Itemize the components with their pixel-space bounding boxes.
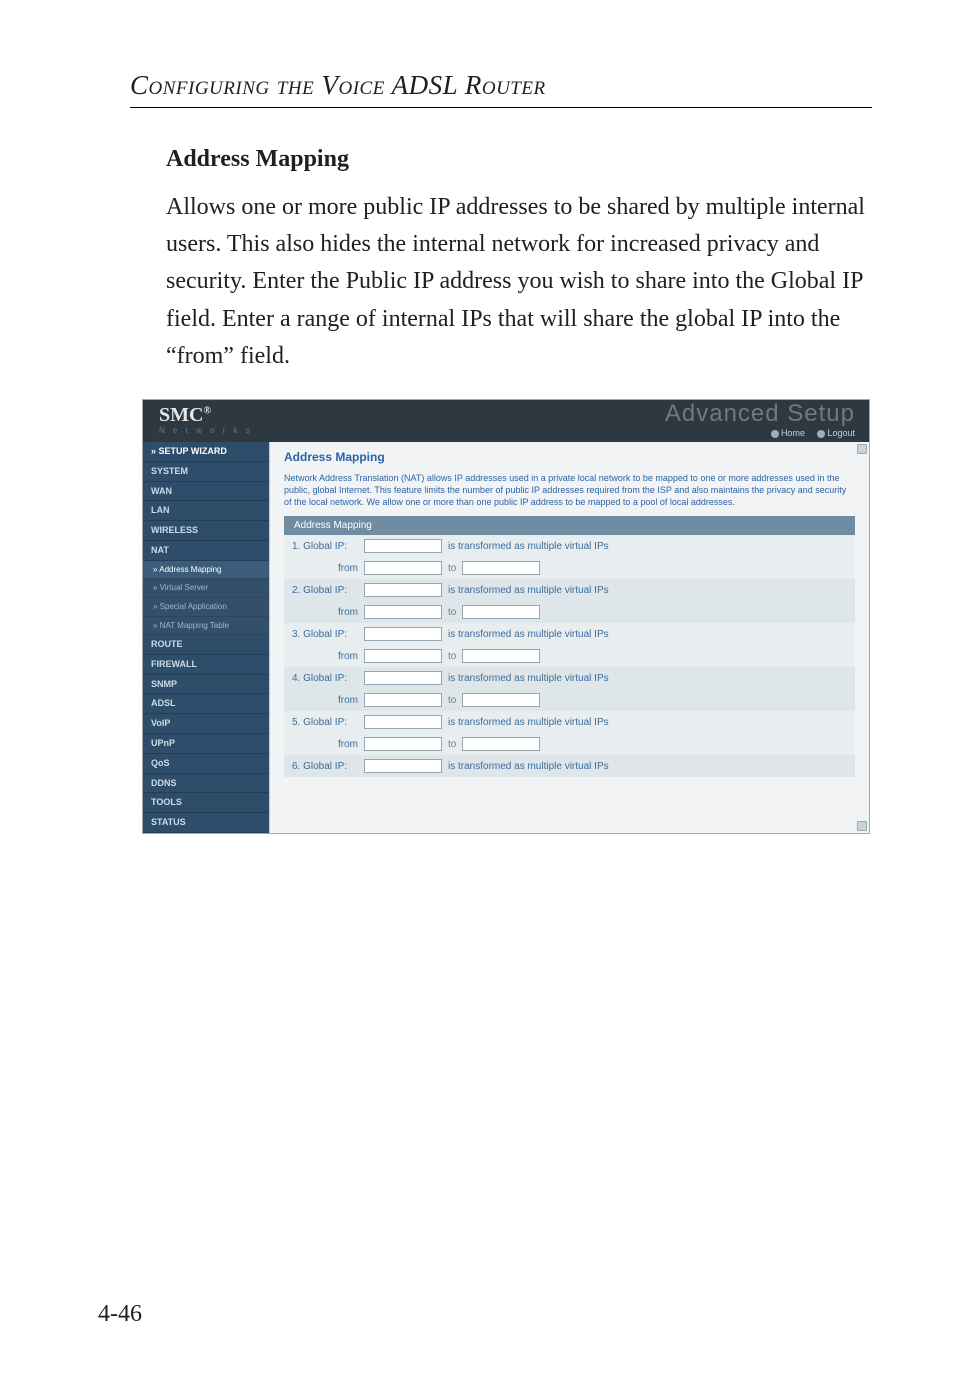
- from-label-3: from: [292, 651, 358, 662]
- to-input-1[interactable]: [462, 561, 540, 575]
- transformed-label-1: is transformed as multiple virtual IPs: [448, 541, 609, 552]
- global-ip-label-2: 2. Global IP:: [292, 585, 358, 596]
- shot-header: SMC® N e t w o r k s Advanced Setup Home…: [143, 400, 869, 442]
- sidebar-item-nat-mapping-table[interactable]: » NAT Mapping Table: [143, 617, 269, 636]
- from-input-4[interactable]: [364, 693, 442, 707]
- scroll-up-icon[interactable]: [857, 444, 867, 454]
- mapping-block-2: 2. Global IP: is transformed as multiple…: [284, 579, 855, 623]
- sidebar: » SETUP WIZARD SYSTEM WAN LAN WIRELESS N…: [143, 442, 269, 833]
- sidebar-item-virtual-server[interactable]: » Virtual Server: [143, 579, 269, 598]
- global-ip-input-6[interactable]: [364, 759, 442, 773]
- global-ip-input-5[interactable]: [364, 715, 442, 729]
- sidebar-item-tools[interactable]: TOOLS: [143, 793, 269, 813]
- sidebar-item-wireless[interactable]: WIRELESS: [143, 521, 269, 541]
- sidebar-item-route[interactable]: ROUTE: [143, 635, 269, 655]
- from-label-1: from: [292, 563, 358, 574]
- home-link[interactable]: Home: [781, 428, 805, 438]
- scroll-down-icon[interactable]: [857, 821, 867, 831]
- sidebar-item-qos[interactable]: QoS: [143, 754, 269, 774]
- logout-icon: [817, 430, 825, 438]
- transformed-label-3: is transformed as multiple virtual IPs: [448, 629, 609, 640]
- sidebar-item-address-mapping[interactable]: » Address Mapping: [143, 561, 269, 580]
- sidebar-item-lan[interactable]: LAN: [143, 501, 269, 521]
- global-ip-input-3[interactable]: [364, 627, 442, 641]
- content-panel: Address Mapping Network Address Translat…: [269, 442, 869, 833]
- home-icon: [771, 430, 779, 438]
- to-input-2[interactable]: [462, 605, 540, 619]
- chapter-title: Configuring the Voice ADSL Router: [130, 70, 872, 101]
- from-label-4: from: [292, 695, 358, 706]
- transformed-label-4: is transformed as multiple virtual IPs: [448, 673, 609, 684]
- from-input-3[interactable]: [364, 649, 442, 663]
- transformed-label-6: is transformed as multiple virtual IPs: [448, 761, 609, 772]
- transformed-label-5: is transformed as multiple virtual IPs: [448, 717, 609, 728]
- mapping-block-4: 4. Global IP: is transformed as multiple…: [284, 667, 855, 711]
- body-paragraph: Allows one or more public IP addresses t…: [130, 189, 872, 375]
- from-input-5[interactable]: [364, 737, 442, 751]
- to-label-4: to: [448, 695, 456, 706]
- to-input-3[interactable]: [462, 649, 540, 663]
- sidebar-item-system[interactable]: SYSTEM: [143, 462, 269, 482]
- section-heading: Address Mapping: [130, 146, 872, 173]
- from-input-2[interactable]: [364, 605, 442, 619]
- to-input-5[interactable]: [462, 737, 540, 751]
- from-label-5: from: [292, 739, 358, 750]
- global-ip-label-4: 4. Global IP:: [292, 673, 358, 684]
- from-input-1[interactable]: [364, 561, 442, 575]
- global-ip-label-5: 5. Global IP:: [292, 717, 358, 728]
- brand-logo: SMC®: [159, 404, 211, 427]
- logout-link[interactable]: Logout: [827, 428, 855, 438]
- to-label-1: to: [448, 563, 456, 574]
- to-label-2: to: [448, 607, 456, 618]
- chapter-rule: [130, 107, 872, 108]
- panel-description: Network Address Translation (NAT) allows…: [284, 472, 855, 508]
- sidebar-item-firewall[interactable]: FIREWALL: [143, 655, 269, 675]
- sidebar-item-voip[interactable]: VoIP: [143, 714, 269, 734]
- transformed-label-2: is transformed as multiple virtual IPs: [448, 585, 609, 596]
- to-label-3: to: [448, 651, 456, 662]
- global-ip-input-4[interactable]: [364, 671, 442, 685]
- sidebar-item-adsl[interactable]: ADSL: [143, 694, 269, 714]
- sidebar-item-status[interactable]: STATUS: [143, 813, 269, 833]
- header-links: Home Logout: [761, 428, 855, 438]
- sidebar-item-setup-wizard[interactable]: » SETUP WIZARD: [143, 442, 269, 462]
- brand-text: SMC: [159, 404, 203, 426]
- brand-registered: ®: [203, 405, 210, 416]
- brand-subtext: N e t w o r k s: [159, 426, 253, 435]
- global-ip-label-6: 6. Global IP:: [292, 761, 358, 772]
- page-number: 4-46: [98, 1301, 142, 1328]
- global-ip-input-2[interactable]: [364, 583, 442, 597]
- to-input-4[interactable]: [462, 693, 540, 707]
- from-label-2: from: [292, 607, 358, 618]
- sidebar-item-ddns[interactable]: DDNS: [143, 774, 269, 794]
- mapping-block-1: 1. Global IP: is transformed as multiple…: [284, 535, 855, 579]
- panel-title: Address Mapping: [284, 450, 855, 464]
- global-ip-label-3: 3. Global IP:: [292, 629, 358, 640]
- header-big-title: Advanced Setup: [665, 400, 855, 428]
- mapping-block-5: 5. Global IP: is transformed as multiple…: [284, 711, 855, 755]
- mapping-block-3: 3. Global IP: is transformed as multiple…: [284, 623, 855, 667]
- chapter-title-text: Configuring the Voice ADSL Router: [130, 70, 546, 100]
- mapping-block-6: 6. Global IP: is transformed as multiple…: [284, 755, 855, 777]
- router-admin-screenshot: SMC® N e t w o r k s Advanced Setup Home…: [142, 399, 870, 834]
- panel-subheader: Address Mapping: [284, 516, 855, 535]
- sidebar-item-upnp[interactable]: UPnP: [143, 734, 269, 754]
- global-ip-label-1: 1. Global IP:: [292, 541, 358, 552]
- sidebar-item-snmp[interactable]: SNMP: [143, 675, 269, 695]
- to-label-5: to: [448, 739, 456, 750]
- sidebar-item-special-application[interactable]: » Special Application: [143, 598, 269, 617]
- global-ip-input-1[interactable]: [364, 539, 442, 553]
- sidebar-item-nat[interactable]: NAT: [143, 541, 269, 561]
- sidebar-item-wan[interactable]: WAN: [143, 482, 269, 502]
